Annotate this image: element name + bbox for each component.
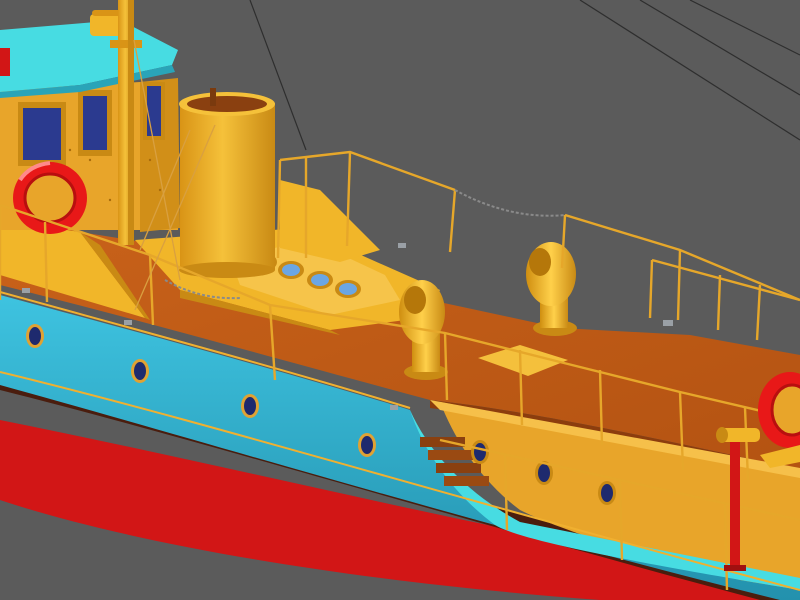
- lifebuoy-icon: [13, 161, 87, 234]
- porthole-icon: [598, 481, 616, 505]
- porthole-icon: [26, 324, 44, 348]
- porthole-icon: [358, 433, 376, 457]
- wheelhouse-window: [18, 102, 66, 166]
- porthole-icon: [471, 440, 489, 464]
- porthole-icon: [131, 359, 149, 383]
- ship-render-scene: [0, 0, 800, 600]
- porthole-icon: [335, 280, 361, 298]
- funnel-icon: [179, 88, 275, 278]
- wheelhouse-window: [143, 82, 165, 140]
- porthole-icon: [307, 271, 333, 289]
- porthole-icon: [278, 261, 304, 279]
- ship-render: [0, 0, 800, 600]
- porthole-icon: [241, 394, 259, 418]
- side-lamp: [0, 48, 10, 76]
- wheelhouse-window: [78, 90, 112, 156]
